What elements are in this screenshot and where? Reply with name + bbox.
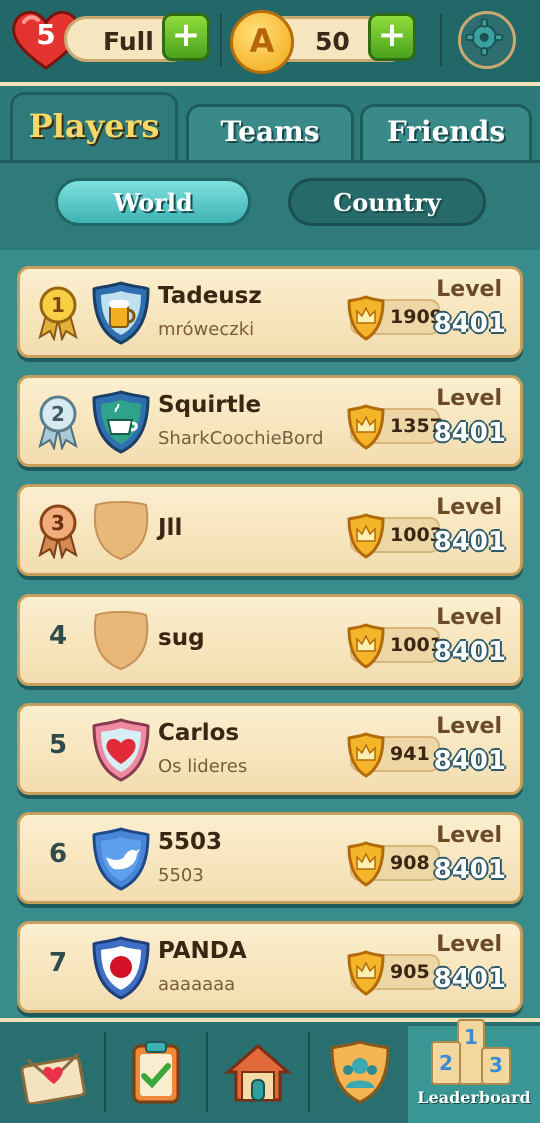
leaderboard-row[interactable]: 2 Squirtle SharkCoochieBord 1357 Level 8… <box>17 375 523 467</box>
level-label: Level <box>436 386 502 411</box>
crown-badge: 908 <box>347 841 440 887</box>
level-label: Level <box>436 605 502 630</box>
level-label: Level <box>436 823 502 848</box>
bronze-medal-icon: 3 <box>38 504 78 559</box>
crown-count: 905 <box>390 961 430 983</box>
player-name: sug <box>158 625 205 651</box>
medal-rank: 1 <box>51 293 65 317</box>
crown-count: 908 <box>390 852 430 874</box>
leaderboard-row[interactable]: 5 Carlos Os lideres 941 Level 8401 <box>17 703 523 795</box>
rank-number: 6 <box>48 839 68 869</box>
bird-shield-icon <box>92 827 150 891</box>
nav-tasks[interactable] <box>106 1028 206 1123</box>
team-name: Os lideres <box>158 756 248 777</box>
medal-rank: 3 <box>51 511 65 535</box>
team-name: SharkCoochieBord <box>158 428 324 449</box>
crown-shield-icon <box>347 404 385 450</box>
player-name: 5503 <box>158 829 223 855</box>
player-name: Tadeusz <box>158 283 262 309</box>
crown-badge: 1001 <box>347 623 443 669</box>
team-name: 5503 <box>158 865 204 886</box>
scope-country-button[interactable]: Country <box>288 178 486 226</box>
scope-world-button[interactable]: World <box>55 178 251 226</box>
level-value: 8401 <box>433 418 506 448</box>
blank-avatar-icon <box>93 501 149 561</box>
podium-number: 3 <box>489 1053 503 1077</box>
team-name: aaaaaaa <box>158 974 236 995</box>
player-name: PANDA <box>158 938 247 964</box>
bottom-nav: 1 2 3 <box>0 1018 540 1123</box>
leaderboard-icon: 1 2 3 <box>431 1019 511 1085</box>
gear-icon <box>465 18 504 57</box>
crown-count: 941 <box>390 743 430 765</box>
home-icon <box>224 1044 292 1102</box>
crown-shield-icon <box>347 513 385 559</box>
crown-shield-icon <box>347 950 385 996</box>
add-lives-button[interactable]: + <box>162 13 210 61</box>
tab-players[interactable]: Players <box>10 92 178 160</box>
player-name: Squirtle <box>158 392 262 418</box>
team-icon <box>330 1040 390 1104</box>
rank-number: 4 <box>48 621 68 651</box>
crown-shield-icon <box>347 623 385 669</box>
player-name: Jll <box>158 515 183 541</box>
leaderboard-row[interactable]: 7 PANDA aaaaaaa 905 Level 8401 <box>17 921 523 1013</box>
divider <box>220 14 222 66</box>
player-name: Carlos <box>158 720 240 746</box>
level-label: Level <box>436 277 502 302</box>
rank-number: 5 <box>48 730 68 760</box>
settings-button[interactable] <box>458 11 516 69</box>
inbox-icon <box>20 1052 86 1104</box>
silver-medal-icon: 2 <box>38 395 78 450</box>
gold-medal-icon: 1 <box>38 286 78 341</box>
level-value: 8401 <box>433 527 506 557</box>
level-label: Level <box>436 495 502 520</box>
crown-badge: 941 <box>347 732 440 778</box>
coffee-cup-shield-icon <box>92 390 150 454</box>
level-value: 8401 <box>433 855 506 885</box>
nav-leaderboard-label: Leaderboard <box>417 1088 531 1107</box>
level-label: Level <box>436 932 502 957</box>
beer-mug-shield-icon <box>92 281 150 345</box>
red-sun-shield-icon <box>92 936 150 1000</box>
nav-leaderboard[interactable]: 1 2 3 <box>424 1019 524 1123</box>
nav-inbox[interactable] <box>2 1028 102 1123</box>
coins-count: 50 <box>315 27 350 56</box>
podium-number: 2 <box>439 1051 453 1075</box>
crown-badge: 1003 <box>347 513 443 559</box>
add-coins-button[interactable]: + <box>368 13 416 61</box>
level-value: 8401 <box>433 746 506 776</box>
crown-badge: 1357 <box>347 404 443 450</box>
tasks-icon <box>132 1041 180 1104</box>
crown-badge: 1909 <box>347 295 443 341</box>
leaderboard-row[interactable]: 4 sug 1001 Level 8401 <box>17 594 523 686</box>
heart-shield-icon <box>92 718 150 782</box>
tab-teams[interactable]: Teams <box>186 104 354 160</box>
level-value: 8401 <box>433 964 506 994</box>
top-bar: 5 Full + 50 A + <box>0 0 540 86</box>
medal-rank: 2 <box>51 402 65 426</box>
crown-badge: 905 <box>347 950 440 996</box>
divider <box>440 14 442 66</box>
leaderboard-row[interactable]: 6 5503 5503 908 Level 8401 <box>17 812 523 904</box>
team-name: mróweczki <box>158 319 255 340</box>
leaderboard-row[interactable]: 1 Tadeusz mróweczki 1909 Level 8401 <box>17 266 523 358</box>
crown-shield-icon <box>347 841 385 887</box>
tab-friends[interactable]: Friends <box>360 104 532 160</box>
level-value: 8401 <box>433 637 506 667</box>
rank-number: 7 <box>48 948 68 978</box>
level-label: Level <box>436 714 502 739</box>
crown-shield-icon <box>347 295 385 341</box>
level-value: 8401 <box>433 309 506 339</box>
blank-avatar-icon <box>93 611 149 671</box>
leaderboard-row[interactable]: 3 Jll 1003 Level 8401 <box>17 484 523 576</box>
podium-number: 1 <box>464 1025 478 1049</box>
coin-icon: A <box>230 10 294 74</box>
lives-status: Full <box>103 27 154 56</box>
nav-home[interactable] <box>208 1028 308 1123</box>
nav-team[interactable] <box>310 1028 410 1123</box>
crown-shield-icon <box>347 732 385 778</box>
